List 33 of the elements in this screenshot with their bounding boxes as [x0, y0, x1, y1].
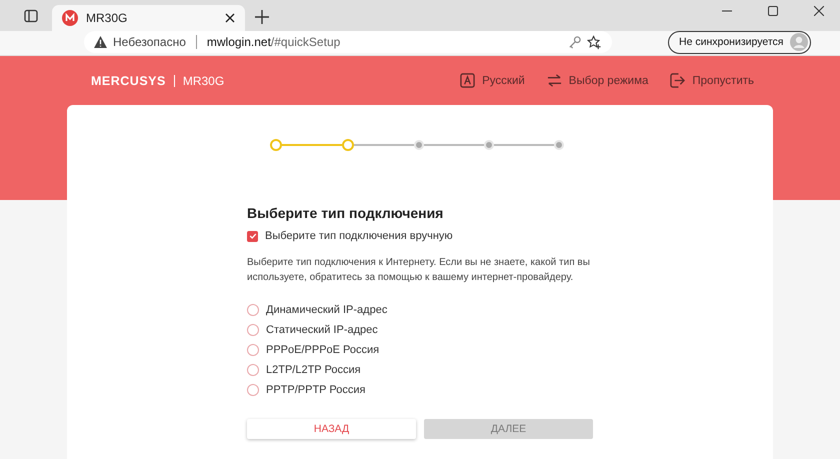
favicon-icon	[62, 10, 78, 26]
favorite-star-icon[interactable]	[587, 34, 602, 50]
url-text: mwlogin.net/#quickSetup	[206, 35, 340, 49]
description-text: Выберите тип подключения к Интернету. Если вы не знаете, какой тип вы используете, обратитесь за помощью к вашему интернет-провайдеру.	[247, 256, 591, 285]
warning-icon	[94, 36, 107, 48]
sync-status-button[interactable]: Не синхронизируется	[668, 30, 810, 54]
section-title: Выберите тип подключения	[247, 205, 444, 221]
checkmark-icon	[248, 232, 256, 240]
back-button[interactable]: НАЗАД	[247, 419, 416, 439]
model-name: MR30G	[182, 74, 224, 88]
key-icon[interactable]	[568, 36, 581, 48]
new-tab-icon[interactable]	[255, 10, 269, 24]
browser-tab[interactable]: MR30G	[52, 5, 245, 31]
header-link[interactable]: Русский	[460, 73, 525, 88]
address-bar[interactable]: Небезопасно mwlogin.net/#quickSetup	[84, 31, 612, 53]
header-link[interactable]: Выбор режима	[546, 73, 648, 88]
header-link[interactable]: Пропустить	[670, 73, 754, 88]
brand-logo: MERCUSYS	[91, 74, 166, 88]
close-icon[interactable]	[814, 6, 824, 16]
swap-arrows-icon	[546, 73, 562, 88]
language-icon	[460, 73, 476, 88]
exit-icon	[670, 73, 686, 88]
tab-actions-icon[interactable]	[23, 8, 39, 24]
connection-type-radio[interactable]: Статический IP-адрес	[247, 320, 378, 340]
tab-title: MR30G	[86, 11, 128, 25]
security-label: Небезопасно	[113, 35, 186, 49]
connection-type-radio[interactable]: PPTP/PPTP Россия	[247, 380, 366, 400]
maximize-icon[interactable]	[768, 6, 778, 16]
manual-checkbox[interactable]: Выберите тип подключения вручную	[247, 230, 453, 242]
close-icon[interactable]	[225, 13, 235, 23]
connection-type-radio[interactable]: PPPoE/PPPoE Россия	[247, 340, 380, 360]
connection-type-radio[interactable]: Динамический IP-адрес	[247, 300, 388, 320]
connection-type-radio[interactable]: L2TP/L2TP Россия	[247, 360, 361, 380]
